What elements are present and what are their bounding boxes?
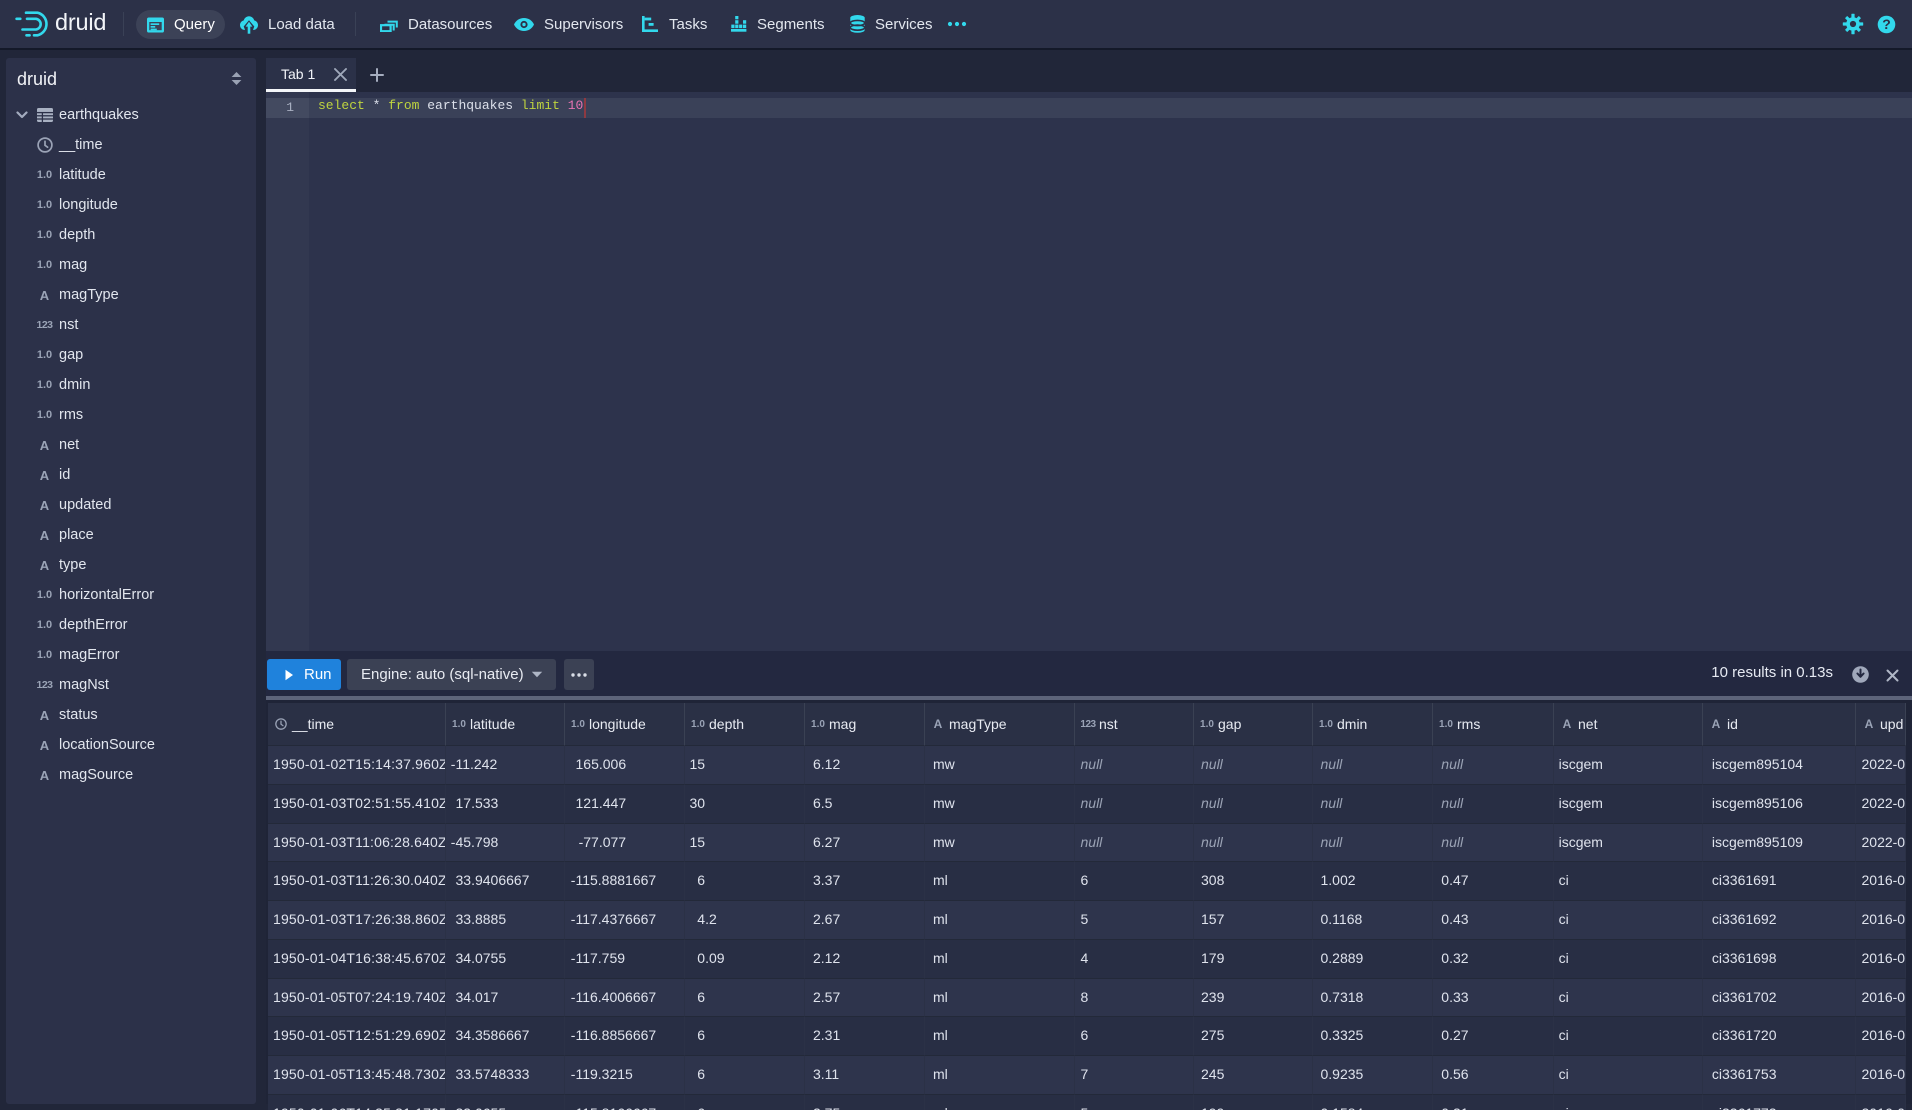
svg-text:?: ? — [1882, 16, 1891, 32]
